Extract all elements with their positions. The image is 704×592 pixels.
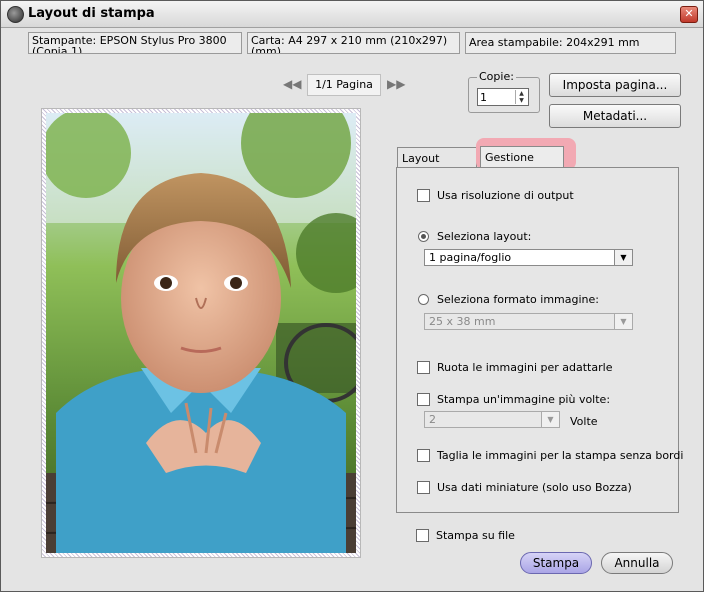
print-to-file-label: Stampa su file — [436, 529, 515, 542]
app-icon — [7, 6, 24, 23]
rotate-checkbox[interactable] — [417, 361, 430, 374]
thumbnail-data-checkbox[interactable] — [417, 481, 430, 494]
copies-label: Copie: — [477, 70, 516, 83]
layout-dropdown[interactable]: 1 pagina/foglio ▼ — [424, 249, 633, 266]
times-dropdown-value: 2 — [429, 413, 436, 426]
copies-spinner[interactable]: ▲ ▼ — [515, 90, 527, 104]
chevron-down-icon[interactable]: ▼ — [614, 250, 632, 265]
image-format-dropdown[interactable]: 25 x 38 mm ▼ — [424, 313, 633, 330]
copies-group: Copie: 1 ▲ ▼ — [468, 70, 540, 113]
layout-dropdown-value: 1 pagina/foglio — [429, 251, 512, 264]
tab-page-layout[interactable]: Layout pagina — [397, 147, 477, 186]
output-resolution-checkbox[interactable] — [417, 189, 430, 202]
spin-up-icon[interactable]: ▲ — [516, 90, 527, 97]
spin-down-icon[interactable]: ▼ — [516, 97, 527, 104]
paper-info: Carta: A4 297 x 210 mm (210x297) (mm) — [247, 32, 460, 54]
printable-area-info: Area stampabile: 204x291 mm — [465, 32, 676, 54]
crop-borderless-label: Taglia le immagini per la stampa senza b… — [437, 449, 684, 462]
page-layout-panel: Usa risoluzione di output Seleziona layo… — [396, 167, 683, 513]
close-button[interactable]: ✕ — [680, 6, 698, 23]
title-bar: Layout di stampa ✕ — [1, 1, 703, 28]
copies-stepper[interactable]: 1 ▲ ▼ — [477, 88, 529, 106]
chevron-down-icon[interactable]: ▼ — [614, 314, 632, 329]
print-multiple-label: Stampa un'immagine più volte: — [437, 393, 611, 406]
copies-value: 1 — [480, 91, 487, 104]
cancel-button[interactable]: Annulla — [601, 552, 673, 574]
preview-photo — [46, 113, 356, 553]
rotate-label: Ruota le immagini per adattarle — [437, 361, 613, 374]
chevron-down-icon[interactable]: ▼ — [541, 412, 559, 427]
page-setup-button[interactable]: Imposta pagina... — [549, 73, 681, 97]
previous-page-icon[interactable]: ◀◀ — [283, 77, 301, 91]
printer-info: Stampante: EPSON Stylus Pro 3800 (Copia … — [28, 32, 242, 54]
tab-color-management-highlight: Gestione colore — [476, 138, 576, 185]
select-layout-radio[interactable] — [418, 231, 429, 242]
page-indicator: 1/1 Pagina — [307, 74, 381, 96]
thumbnail-data-label: Usa dati miniature (solo uso Bozza) — [437, 481, 632, 494]
print-layout-dialog: Layout di stampa ✕ Stampante: EPSON Styl… — [0, 0, 704, 592]
print-to-file-checkbox[interactable] — [416, 529, 429, 542]
print-button[interactable]: Stampa — [520, 552, 592, 574]
next-page-icon[interactable]: ▶▶ — [387, 77, 405, 91]
select-layout-label: Seleziona layout: — [437, 230, 532, 243]
output-resolution-label: Usa risoluzione di output — [437, 189, 574, 202]
crop-borderless-checkbox[interactable] — [417, 449, 430, 462]
image-format-dropdown-value: 25 x 38 mm — [429, 315, 496, 328]
select-image-format-label: Seleziona formato immagine: — [437, 293, 599, 306]
print-preview — [41, 108, 361, 558]
print-multiple-checkbox[interactable] — [417, 393, 430, 406]
select-image-format-radio[interactable] — [418, 294, 429, 305]
window-title: Layout di stampa — [28, 6, 155, 21]
tab-color-management[interactable]: Gestione colore — [480, 146, 564, 185]
times-dropdown[interactable]: 2 ▼ — [424, 411, 560, 428]
metadata-button[interactable]: Metadati... — [549, 104, 681, 128]
times-label: Volte — [570, 415, 598, 428]
